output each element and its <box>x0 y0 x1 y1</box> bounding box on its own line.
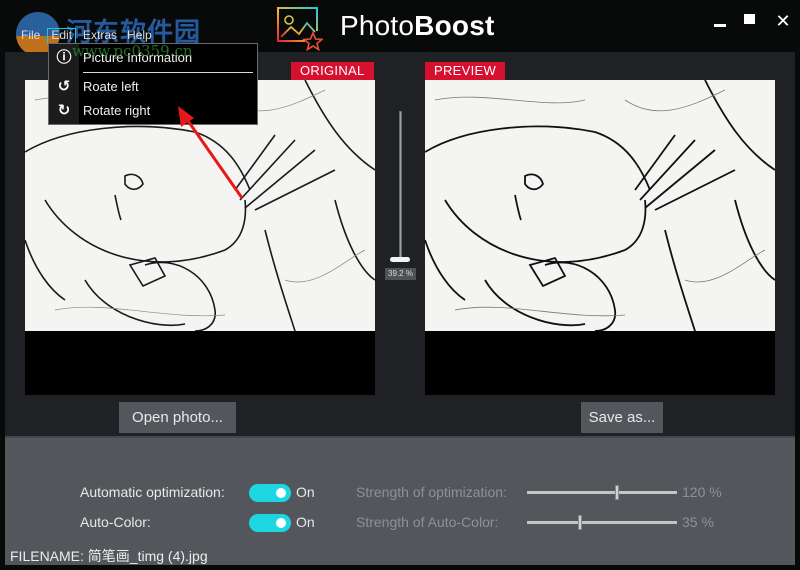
rotate-left-icon: ↺ <box>57 78 71 95</box>
auto-color-state: On <box>296 514 315 530</box>
optimization-strength-slider[interactable] <box>527 482 677 502</box>
menu-item-rotate-right[interactable]: ↻ Rotate right <box>49 100 257 122</box>
auto-color-strength-value: 35 % <box>682 514 714 530</box>
menu-edit[interactable]: Edit <box>47 28 77 44</box>
auto-color-label: Auto-Color: <box>80 514 151 530</box>
app-title-light: Photo <box>340 10 415 41</box>
auto-optimization-label: Automatic optimization: <box>80 484 225 500</box>
preview-sketch <box>425 80 775 331</box>
preview-image-frame <box>425 80 775 395</box>
maximize-button[interactable] <box>740 8 766 34</box>
zoom-slider-track[interactable] <box>399 111 402 261</box>
optimization-strength-value: 120 % <box>682 484 722 500</box>
optimization-strength-thumb[interactable] <box>615 485 619 500</box>
info-document-icon: ⓘ <box>56 49 72 66</box>
menu-item-picture-information[interactable]: ⓘ Picture Information <box>49 47 257 69</box>
original-image-frame <box>25 80 375 395</box>
rotate-right-icon: ↻ <box>57 102 71 119</box>
auto-color-strength-thumb[interactable] <box>578 515 582 530</box>
zoom-value: 39.2 % <box>385 268 416 280</box>
optimization-strength-track[interactable] <box>527 491 677 494</box>
edit-menu-dropdown: ⓘ Picture Information ↺ Roate left ↻ Rot… <box>48 43 258 125</box>
menu-item-label: Picture Information <box>83 50 193 65</box>
menu-help[interactable]: Help <box>124 28 155 44</box>
photoboost-window: PhotoBoost ✕ 河东软件园 File Edit Extras Help… <box>0 0 800 570</box>
preview-image <box>425 80 775 331</box>
auto-color-strength-label: Strength of Auto-Color: <box>356 514 499 530</box>
zoom-slider[interactable]: 39.2 % <box>384 107 416 282</box>
close-button[interactable]: ✕ <box>770 8 796 34</box>
app-title: PhotoBoost <box>340 10 495 42</box>
menu-separator <box>83 72 253 73</box>
auto-optimization-state: On <box>296 484 315 500</box>
menu-item-label: Rotate right <box>83 103 151 118</box>
menu-bar: File Edit Extras Help <box>18 28 159 44</box>
auto-color-strength-slider[interactable] <box>527 512 677 532</box>
menu-extras[interactable]: Extras <box>80 28 120 44</box>
menu-item-label: Roate left <box>83 79 139 94</box>
open-photo-button[interactable]: Open photo... <box>119 402 236 433</box>
zoom-slider-thumb[interactable] <box>390 257 410 262</box>
auto-optimization-toggle[interactable] <box>249 484 291 502</box>
app-title-bold: Boost <box>414 10 495 41</box>
image-star-icon <box>277 7 323 51</box>
minimize-button[interactable] <box>708 8 734 34</box>
close-icon: ✕ <box>775 11 791 31</box>
menu-item-rotate-left[interactable]: ↺ Roate left <box>49 76 257 98</box>
filename-status: FILENAME: 简笔画_timg (4).jpg <box>10 548 208 564</box>
preview-label: PREVIEW <box>425 62 506 80</box>
menu-file[interactable]: File <box>18 28 43 44</box>
original-label: ORIGINAL <box>291 62 374 80</box>
auto-color-strength-track[interactable] <box>527 521 677 524</box>
optimization-strength-label: Strength of optimization: <box>356 484 507 500</box>
auto-color-toggle[interactable] <box>249 514 291 532</box>
save-as-button[interactable]: Save as... <box>581 402 663 433</box>
